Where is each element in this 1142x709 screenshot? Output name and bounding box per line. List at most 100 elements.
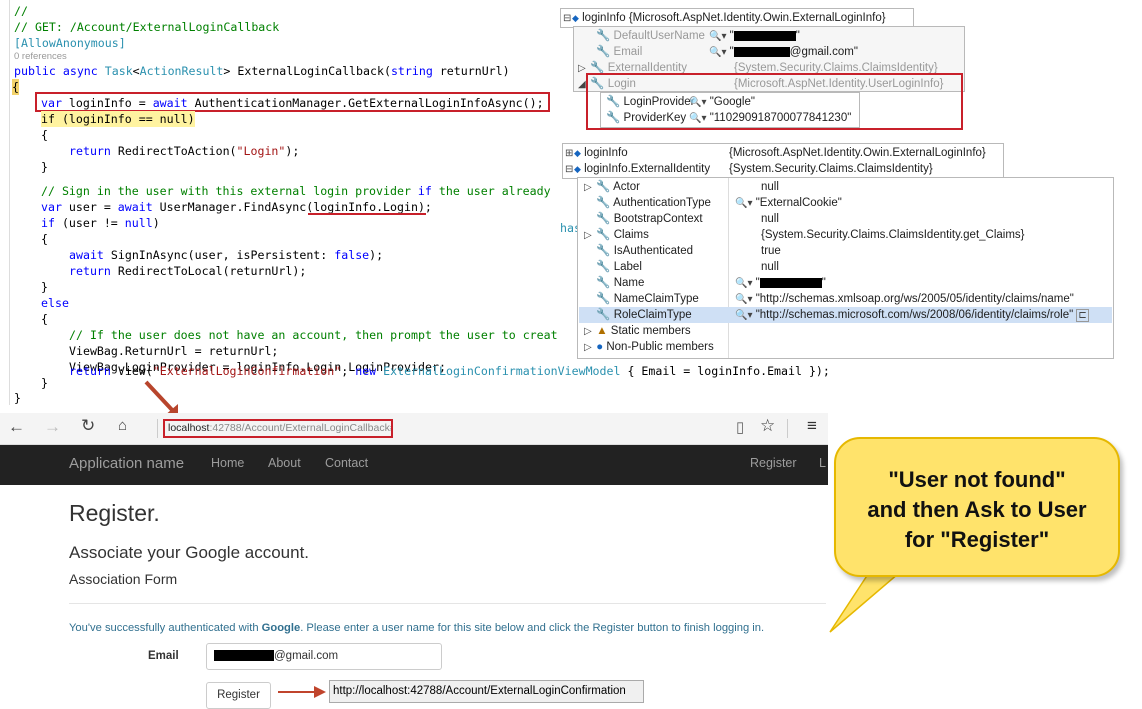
code-line: { <box>41 312 48 326</box>
expand-icon[interactable]: ▷ <box>584 340 593 356</box>
reading-view-icon[interactable]: ▯ <box>736 418 744 436</box>
browser-toolbar: ← → ↻ ⌂ localhost:42788/Account/External… <box>0 413 828 445</box>
collapse-icon[interactable]: ⊟ <box>563 11 572 27</box>
pin-icon[interactable]: ⊏ <box>1076 309 1089 322</box>
info-message: You've successfully authenticated with G… <box>69 622 765 634</box>
datatip-claimsidentity-members: ▷ 🔧 Actor null 🔧 AuthenticationType 🔍▾ "… <box>577 177 1114 359</box>
code-line: // Sign in the user with this external l… <box>41 184 551 198</box>
page-title: Register. <box>69 500 160 526</box>
code-line: await SignInAsync(user, isPersistent: fa… <box>69 248 384 262</box>
toolbar-divider <box>787 419 788 438</box>
datatip-value: {System.Security.Claims.ClaimsIdentity.g… <box>761 229 1025 241</box>
code-line: } <box>41 376 48 390</box>
code-line: public async Task<ActionResult> External… <box>14 64 510 78</box>
redacted-block <box>759 277 822 288</box>
annotation-arrow-right <box>278 686 326 698</box>
nav-about[interactable]: About <box>268 456 301 470</box>
datatip-externalidentity-header: ⊞◆ loginInfo {Microsoft.AspNet.Identity.… <box>562 143 1004 179</box>
datatip-value: {Microsoft.AspNet.Identity.Owin.External… <box>729 147 986 159</box>
codelens-references[interactable]: 0 references <box>14 51 67 63</box>
email-field[interactable]: @gmail.com <box>206 643 442 670</box>
datatip-value: true <box>761 245 781 257</box>
wrench-icon: 🔧 <box>596 213 611 225</box>
wrench-icon: 🔧 <box>596 245 611 257</box>
datatip-row[interactable]: 🔧 NameClaimType <box>584 291 699 307</box>
wrench-icon: 🔧 <box>596 277 611 289</box>
home-icon[interactable]: ⌂ <box>118 417 127 434</box>
code-line: else <box>41 296 69 310</box>
static-members-icon: ▲ <box>596 325 608 337</box>
code-line: if (user != null) <box>41 216 160 230</box>
divider <box>69 603 826 604</box>
datatip-row[interactable]: 🔧 IsAuthenticated <box>584 243 693 259</box>
code-line: { <box>41 232 48 246</box>
datatip-row[interactable]: ⊞◆ loginInfo <box>565 145 628 161</box>
magnifier-icon[interactable]: 🔍 <box>709 47 721 58</box>
callout-line: for "Register" <box>904 527 1050 552</box>
datatip-row[interactable]: ⊟◆ loginInfo.ExternalIdentity <box>565 161 710 177</box>
object-icon: ◆ <box>574 148 581 158</box>
magnifier-icon[interactable]: 🔍 <box>735 294 747 305</box>
code-line: } <box>41 160 48 174</box>
magnifier-icon[interactable]: 🔍 <box>735 278 747 289</box>
datatip-row[interactable]: ▷ ● Non-Public members <box>584 339 714 355</box>
magnifier-icon[interactable]: 🔍 <box>735 198 747 209</box>
redacted-block <box>214 650 274 662</box>
status-url: http://localhost:42788/Account/ExternalL… <box>329 680 644 703</box>
refresh-icon[interactable]: ↻ <box>81 416 95 436</box>
address-bar[interactable]: localhost:42788/Account/ExternalLoginCal… <box>163 419 393 438</box>
register-button[interactable]: Register <box>206 682 271 709</box>
datatip-row[interactable]: 🔧 Name <box>584 275 644 291</box>
nav-login[interactable]: L <box>819 456 826 470</box>
wrench-icon: 🔧 <box>596 181 611 193</box>
hub-menu-icon[interactable]: ≡ <box>807 416 817 436</box>
editor-gutter <box>0 0 10 405</box>
datatip-row[interactable]: ▷ 🔧 Claims <box>584 227 649 243</box>
datatip-value: null <box>761 181 779 193</box>
datatip-logininfo-header[interactable]: ⊟◆ loginInfo {Microsoft.AspNet.Identity.… <box>560 8 914 28</box>
forward-icon[interactable]: → <box>44 417 61 437</box>
underline-logininfo-login <box>308 213 426 215</box>
magnifier-icon[interactable]: 🔍 <box>709 31 721 42</box>
form-title: Association Form <box>69 571 178 587</box>
nav-home[interactable]: Home <box>211 456 244 470</box>
nav-register[interactable]: Register <box>750 456 797 470</box>
code-line: { <box>12 79 19 95</box>
datatip-value: null <box>761 261 779 273</box>
collapse-icon[interactable]: ⊟ <box>565 162 574 178</box>
datatip-row[interactable]: 🔧 AuthenticationType <box>584 195 711 211</box>
email-label: Email <box>148 650 179 662</box>
column-divider <box>728 178 729 358</box>
highlight-box-getexternallogininfo <box>35 92 550 112</box>
favorite-star-icon[interactable]: ☆ <box>760 416 775 436</box>
datatip-row[interactable]: ▷ 🔧 Actor <box>584 179 640 195</box>
site-navbar: Application name Home About Contact Regi… <box>0 445 828 485</box>
datatip-value: {System.Security.Claims.ClaimsIdentity} <box>729 163 933 175</box>
code-line: // If the user does not have an account,… <box>69 328 558 342</box>
datatip-row[interactable]: ▷ ▲ Static members <box>584 323 691 339</box>
toolbar-divider <box>157 419 158 438</box>
expand-icon[interactable]: ▷ <box>584 180 593 196</box>
callout-line: and then Ask to User <box>867 497 1087 522</box>
datatip-row[interactable]: 🔧 BootstrapContext <box>584 211 702 227</box>
code-line: // <box>14 4 28 18</box>
nav-contact[interactable]: Contact <box>325 456 368 470</box>
expand-icon[interactable]: ▷ <box>584 228 593 244</box>
object-icon: ◆ <box>574 164 581 174</box>
callout-bubble: "User not found" and then Ask to User fo… <box>834 437 1120 577</box>
datatip-row[interactable]: 🔧 DefaultUserName <box>596 28 705 44</box>
wrench-icon: 🔧 <box>596 261 611 273</box>
code-line: ViewBag.ReturnUrl = returnUrl; <box>69 344 279 358</box>
code-line: { <box>41 128 48 142</box>
wrench-icon: 🔧 <box>596 30 611 42</box>
datatip-row[interactable]: 🔧 Label <box>584 259 642 275</box>
datatip-value: null <box>761 213 779 225</box>
code-line-current: if (loginInfo == null) <box>41 111 195 127</box>
magnifier-icon[interactable]: 🔍 <box>735 310 747 321</box>
brand-link[interactable]: Application name <box>69 455 184 472</box>
expand-icon[interactable]: ▷ <box>584 324 593 340</box>
back-icon[interactable]: ← <box>8 417 25 437</box>
expand-icon[interactable]: ⊞ <box>565 146 574 162</box>
datatip-row[interactable]: 🔧 Email <box>596 44 642 60</box>
code-editor: // // GET: /Account/ExternalLoginCallbac… <box>0 0 560 405</box>
